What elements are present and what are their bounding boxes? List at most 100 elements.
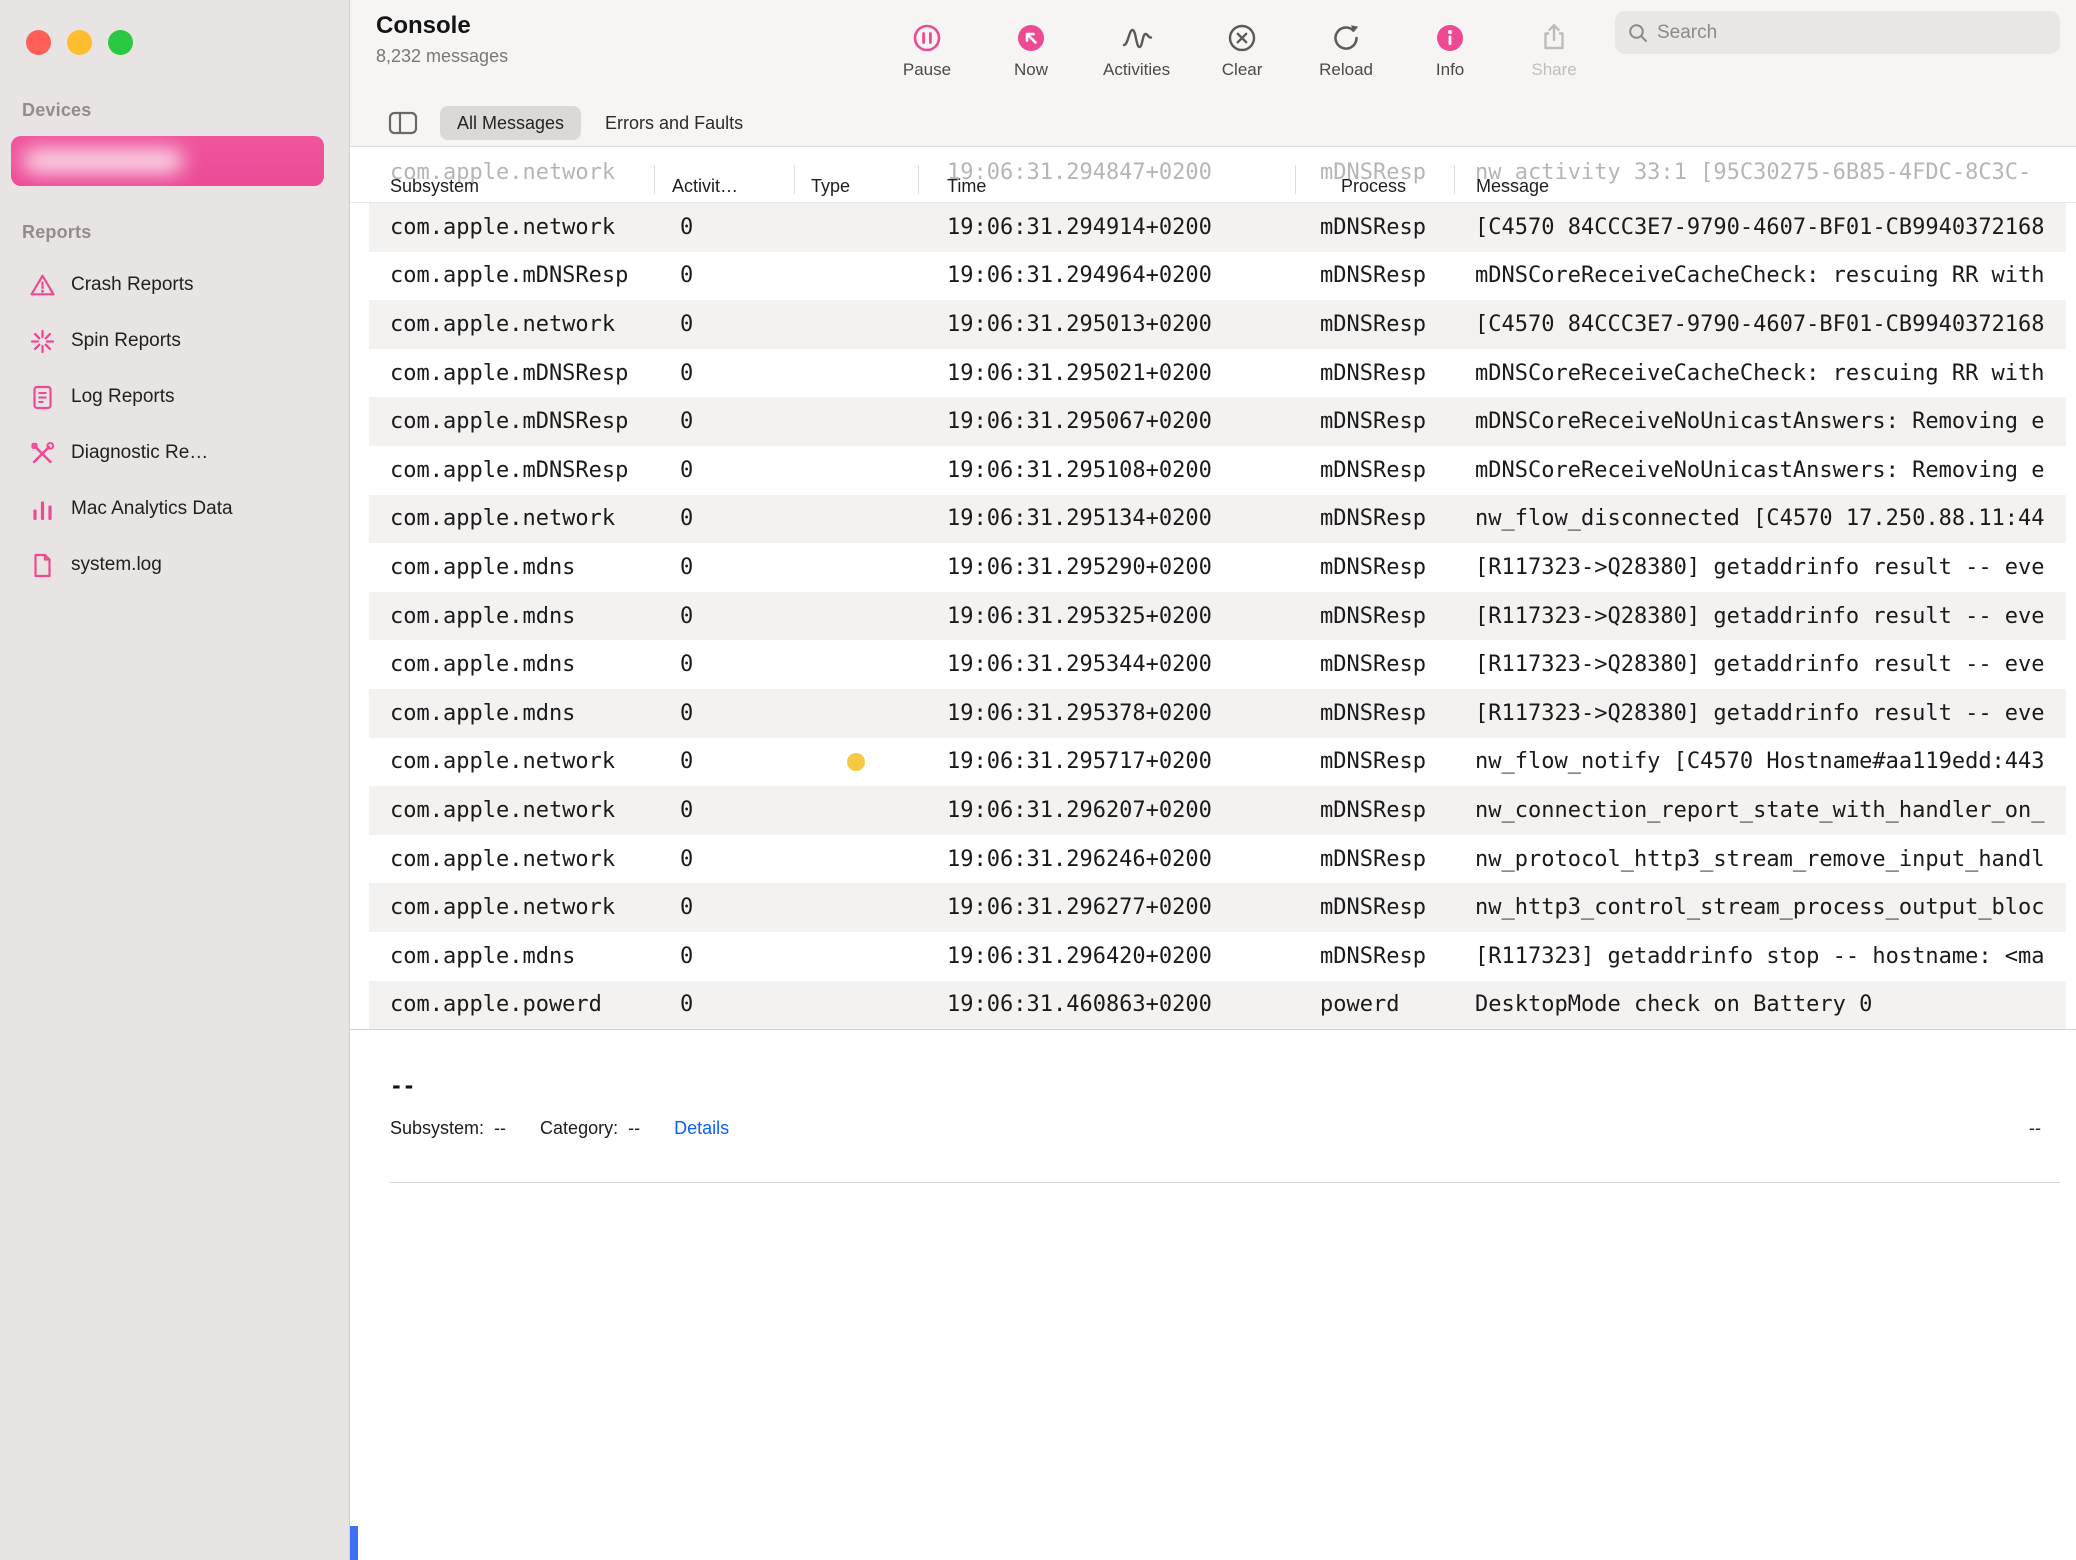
process-cell: mDNSResp [1295, 215, 1454, 240]
detail-meta-row: Subsystem: -- Category: -- Details [390, 1118, 729, 1139]
table-row[interactable]: com.apple.network019:06:31.296277+0200mD… [369, 883, 2066, 932]
sidebar-item-device-selected[interactable] [11, 136, 324, 186]
sidebar-item-system-log[interactable]: system.log [0, 537, 349, 593]
tab-all-messages[interactable]: All Messages [440, 106, 581, 140]
type-indicator-dot [847, 753, 865, 771]
table-row[interactable]: com.apple.network019:06:31.296207+0200mD… [369, 786, 2066, 835]
detail-category-value: -- [628, 1118, 640, 1139]
message-cell: [R117323->Q28380] getaddrinfo result -- … [1454, 604, 2066, 629]
search-icon [1627, 22, 1649, 44]
detail-subsystem-value: -- [494, 1118, 506, 1139]
message-cell: [R117323->Q28380] getaddrinfo result -- … [1454, 555, 2066, 580]
subsystem-cell: com.apple.mDNSResp [369, 409, 654, 434]
reports-list: Crash Reports Spin Reports Log Reports [0, 257, 349, 593]
activity-cell: 0 [654, 409, 794, 434]
time-cell: 19:06:31.295021+0200 [918, 361, 1295, 386]
reload-button[interactable]: Reload [1314, 21, 1378, 80]
reload-icon [1329, 21, 1363, 55]
activity-cell: 0 [654, 701, 794, 726]
table-row[interactable]: com.apple.mDNSResp019:06:31.295108+0200m… [369, 446, 2066, 495]
column-separator[interactable] [794, 165, 795, 194]
table-row[interactable]: com.apple.network019:06:31.295134+0200mD… [369, 495, 2066, 544]
now-button[interactable]: Now [999, 21, 1063, 80]
activity-cell: 0 [654, 847, 794, 872]
table-row[interactable]: com.apple.network019:06:31.294914+0200mD… [369, 203, 2066, 252]
clear-button[interactable]: Clear [1210, 21, 1274, 80]
column-header-subsystem[interactable]: Subsystem [369, 176, 654, 197]
subsystem-cell: com.apple.mdns [369, 701, 654, 726]
time-cell: 19:06:31.295290+0200 [918, 555, 1295, 580]
details-link[interactable]: Details [674, 1118, 729, 1139]
process-cell: mDNSResp [1295, 701, 1454, 726]
subsystem-cell: com.apple.mdns [369, 604, 654, 629]
column-header-time[interactable]: Time [918, 176, 1295, 197]
sidebar-item-crash-reports[interactable]: Crash Reports [0, 257, 349, 313]
message-cell: [R117323->Q28380] getaddrinfo result -- … [1454, 652, 2066, 677]
activity-cell: 0 [654, 555, 794, 580]
table-row[interactable]: com.apple.mDNSResp019:06:31.294964+0200m… [369, 252, 2066, 301]
column-header-activity[interactable]: Activit… [654, 176, 794, 197]
sidebar-item-spin-reports[interactable]: Spin Reports [0, 313, 349, 369]
close-button[interactable] [26, 30, 51, 55]
column-separator[interactable] [918, 165, 919, 194]
detail-right-value: -- [2029, 1118, 2041, 1139]
table-row[interactable]: com.apple.network019:06:31.295717+0200mD… [369, 738, 2066, 787]
sidebar-item-label: system.log [71, 554, 162, 576]
table-body: com.apple.network019:06:31.294914+0200mD… [350, 203, 2076, 1030]
sidebar-item-label: Spin Reports [71, 330, 181, 352]
time-cell: 19:06:31.296207+0200 [918, 798, 1295, 823]
toolbar-button-label: Activities [1103, 60, 1170, 80]
time-cell: 19:06:31.295717+0200 [918, 749, 1295, 774]
reports-section-label: Reports [22, 222, 91, 243]
toolbar-button-label: Info [1436, 60, 1464, 80]
activity-cell: 0 [654, 506, 794, 531]
toolbar-buttons: Pause Now Activities Clear [895, 0, 1586, 100]
search-input[interactable] [1657, 22, 2048, 44]
bar-chart-icon [29, 496, 56, 523]
column-header-process[interactable]: Process [1295, 176, 1454, 197]
message-cell: nw_http3_control_stream_process_output_b… [1454, 895, 2066, 920]
sidebar-item-mac-analytics-data[interactable]: Mac Analytics Data [0, 481, 349, 537]
process-cell: mDNSResp [1295, 361, 1454, 386]
column-separator[interactable] [654, 165, 655, 194]
time-cell: 19:06:31.295108+0200 [918, 458, 1295, 483]
activities-button[interactable]: Activities [1103, 21, 1170, 80]
sidebar-item-diagnostic-reports[interactable]: Diagnostic Re… [0, 425, 349, 481]
table-row[interactable]: com.apple.mdns019:06:31.295325+0200mDNSR… [369, 592, 2066, 641]
table-row[interactable]: com.apple.mdns019:06:31.295344+0200mDNSR… [369, 640, 2066, 689]
table-row[interactable]: com.apple.mdns019:06:31.295290+0200mDNSR… [369, 543, 2066, 592]
subsystem-cell: com.apple.network [369, 749, 654, 774]
pause-button[interactable]: Pause [895, 21, 959, 80]
message-cell: mDNSCoreReceiveNoUnicastAnswers: Removin… [1454, 409, 2066, 434]
message-count: 8,232 messages [376, 46, 508, 67]
table-row[interactable]: com.apple.powerd019:06:31.460863+0200pow… [369, 981, 2066, 1030]
warning-triangle-icon [29, 272, 56, 299]
sidebar-item-log-reports[interactable]: Log Reports [0, 369, 349, 425]
table-row[interactable]: com.apple.mDNSResp019:06:31.295021+0200m… [369, 349, 2066, 398]
share-button[interactable]: Share [1522, 21, 1586, 80]
message-cell: [C4570 84CCC3E7-9790-4607-BF01-CB9940372… [1454, 312, 2066, 337]
subsystem-cell: com.apple.network [369, 895, 654, 920]
sidebar-toggle-icon[interactable] [388, 110, 418, 136]
toolbar-button-label: Now [1014, 60, 1048, 80]
zoom-button[interactable] [108, 30, 133, 55]
tab-errors-and-faults[interactable]: Errors and Faults [605, 106, 743, 140]
column-header-type[interactable]: Type [794, 176, 918, 197]
type-cell [794, 753, 918, 771]
process-cell: mDNSResp [1295, 895, 1454, 920]
info-button[interactable]: Info [1418, 21, 1482, 80]
table-row[interactable]: com.apple.network019:06:31.295013+0200mD… [369, 300, 2066, 349]
time-cell: 19:06:31.295013+0200 [918, 312, 1295, 337]
table-row[interactable]: com.apple.network019:06:31.296246+0200mD… [369, 835, 2066, 884]
search-field[interactable] [1615, 11, 2060, 54]
minimize-button[interactable] [67, 30, 92, 55]
process-cell: mDNSResp [1295, 798, 1454, 823]
toolbar: Console 8,232 messages Pause Now Activit… [350, 0, 2076, 100]
subsystem-cell: com.apple.mdns [369, 555, 654, 580]
table-row[interactable]: com.apple.mdns019:06:31.296420+0200mDNSR… [369, 932, 2066, 981]
table-row[interactable]: com.apple.mdns019:06:31.295378+0200mDNSR… [369, 689, 2066, 738]
column-header-message[interactable]: Message [1454, 176, 2066, 197]
column-separator[interactable] [1295, 165, 1296, 194]
column-separator[interactable] [1454, 165, 1455, 194]
table-row[interactable]: com.apple.mDNSResp019:06:31.295067+0200m… [369, 397, 2066, 446]
